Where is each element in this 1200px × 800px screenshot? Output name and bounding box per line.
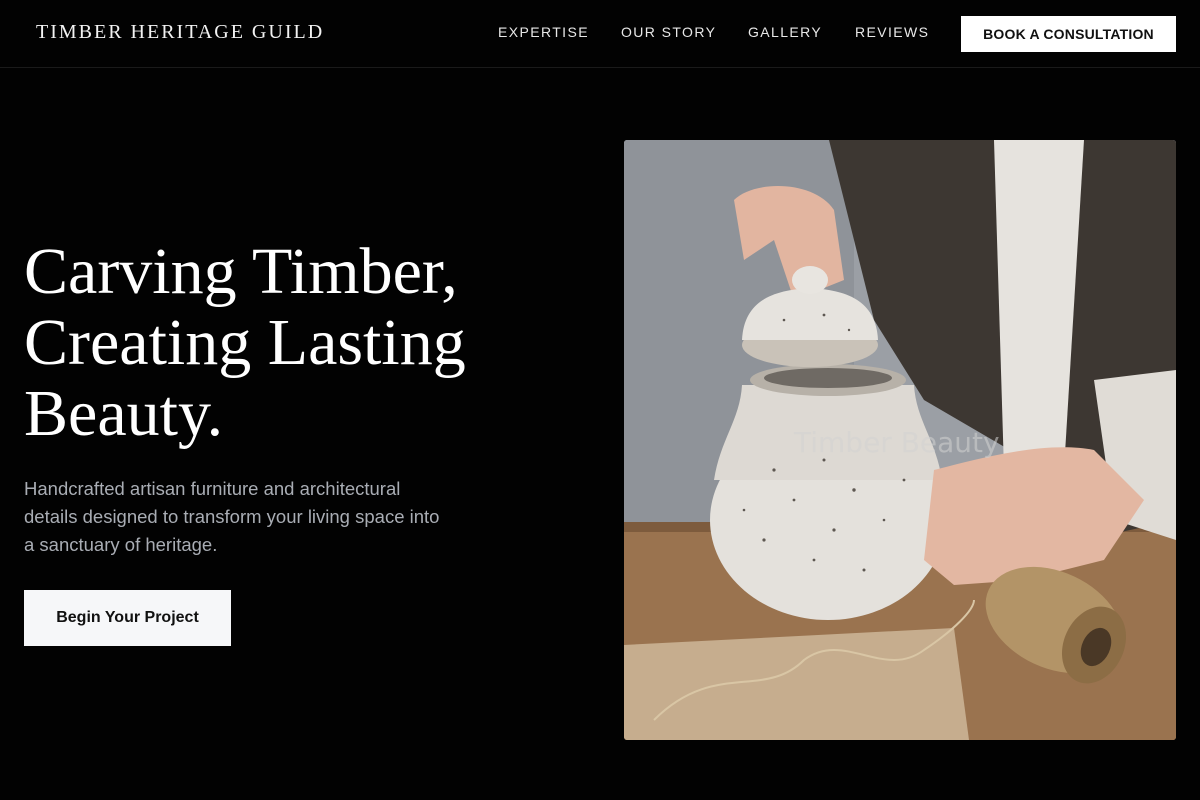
hero-subtitle: Handcrafted artisan furniture and archit…: [24, 478, 440, 555]
nav-link-expertise[interactable]: EXPERTISE: [498, 24, 589, 40]
hero-title-line: Carving Timber,: [24, 235, 458, 308]
hero-title-line: Creating Lasting: [24, 306, 466, 379]
book-consultation-button[interactable]: BOOK A CONSULTATION: [961, 16, 1176, 52]
hero-image: Timber Beauty: [624, 140, 1176, 740]
hero-title-line: Beauty.: [24, 377, 224, 450]
image-alt-text: Timber Beauty: [794, 426, 1000, 459]
brand-logo[interactable]: TIMBER HERITAGE GUILD: [36, 21, 324, 44]
nav-link-our-story[interactable]: OUR STORY: [621, 24, 716, 40]
begin-project-button[interactable]: Begin Your Project: [24, 590, 231, 646]
hero-title: Carving Timber, Creating Lasting Beauty.: [24, 236, 584, 449]
nav-link-gallery[interactable]: GALLERY: [748, 24, 822, 40]
nav-link-reviews[interactable]: REVIEWS: [855, 24, 929, 40]
site-header: TIMBER HERITAGE GUILD EXPERTISE OUR STOR…: [0, 0, 1200, 68]
